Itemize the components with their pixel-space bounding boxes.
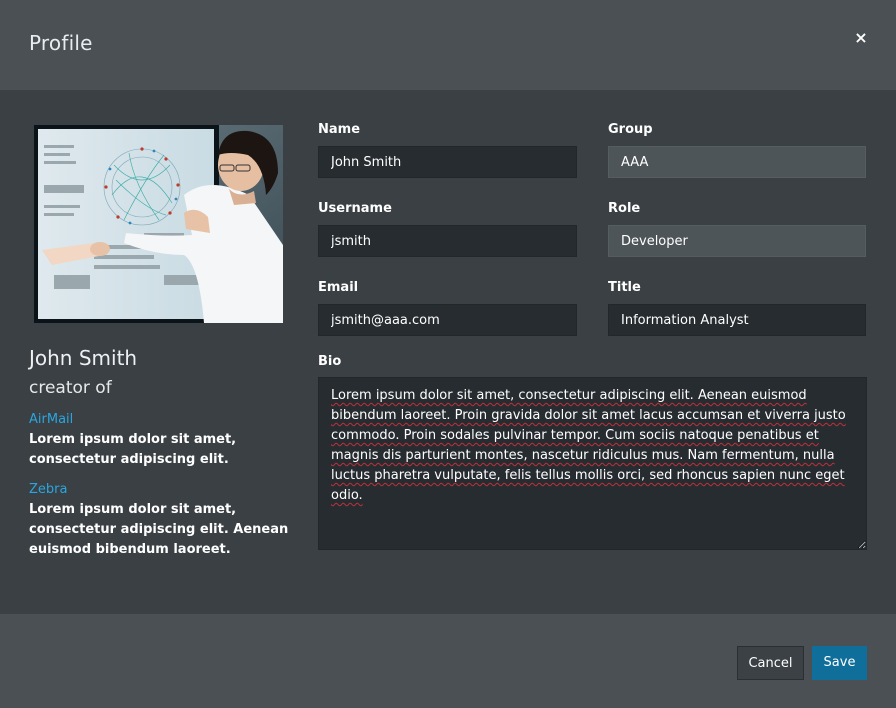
app-link-airmail[interactable]: AirMail xyxy=(29,412,73,427)
name-input[interactable] xyxy=(318,146,577,178)
bio-textarea[interactable]: Lorem ipsum dolor sit amet, consectetur … xyxy=(318,377,867,550)
profile-photo xyxy=(34,125,283,323)
dialog-title: Profile xyxy=(29,31,93,55)
email-label: Email xyxy=(318,280,359,295)
close-icon[interactable]: × xyxy=(852,28,870,48)
name-label: Name xyxy=(318,122,361,137)
title-label: Title xyxy=(608,280,641,295)
save-button[interactable]: Save xyxy=(812,646,867,680)
role-field xyxy=(608,225,866,257)
dialog-body: John Smith creator of AirMail Lorem ipsu… xyxy=(0,90,896,614)
creator-of-label: creator of xyxy=(29,378,112,398)
app-link-zebra[interactable]: Zebra xyxy=(29,482,67,497)
dialog-footer: Cancel Save xyxy=(0,614,896,708)
bio-label: Bio xyxy=(318,354,342,369)
group-field xyxy=(608,146,866,178)
app-description-zebra: Lorem ipsum dolor sit amet, consectetur … xyxy=(29,502,289,557)
dialog-header: Profile × xyxy=(0,0,896,90)
role-label: Role xyxy=(608,201,641,216)
username-input[interactable] xyxy=(318,225,577,257)
profile-display-name: John Smith xyxy=(29,346,138,370)
email-input[interactable] xyxy=(318,304,577,336)
username-label: Username xyxy=(318,201,392,216)
group-label: Group xyxy=(608,122,653,137)
app-description-airmail: Lorem ipsum dolor sit amet, consectetur … xyxy=(29,432,237,467)
title-input[interactable] xyxy=(608,304,866,336)
cancel-button[interactable]: Cancel xyxy=(737,646,804,680)
